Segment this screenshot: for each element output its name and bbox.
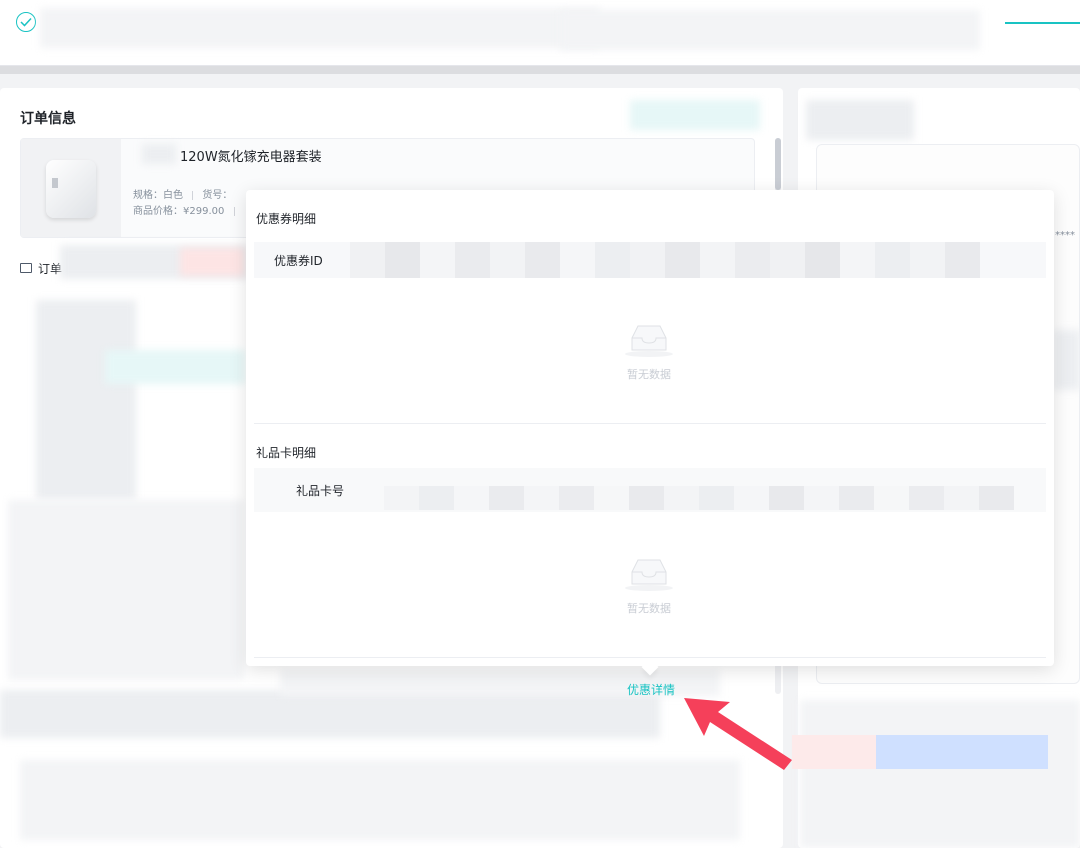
product-spec: 规格：白色	[133, 190, 183, 201]
masked-brand	[142, 144, 176, 164]
giftcard-table-header: 礼品卡号	[254, 468, 1046, 512]
check-circle-icon	[16, 12, 36, 32]
annotation-arrow-icon	[684, 698, 792, 770]
discount-detail-link[interactable]: 优惠详情	[627, 681, 675, 698]
masked-text: ****	[1055, 230, 1075, 241]
top-bar	[0, 0, 1080, 66]
order-info-title: 订单信息	[20, 111, 76, 127]
product-price-line: 商品价格：¥299.00	[133, 202, 241, 217]
masked-right-title	[806, 100, 914, 140]
divider	[233, 206, 235, 216]
masked-header-region	[40, 8, 600, 48]
giftcard-empty-text: 暂无数据	[627, 602, 671, 615]
masked-pink-block	[792, 735, 876, 769]
charger-image	[46, 160, 96, 218]
section-divider	[254, 423, 1046, 424]
product-name[interactable]: 120W氮化镓充电器套装	[180, 146, 322, 165]
masked-column	[36, 300, 136, 500]
giftcard-section-title: 礼品卡明细	[256, 446, 317, 460]
divider	[192, 190, 194, 200]
masked-right-edge	[1054, 330, 1080, 390]
page: 订单信息 120W氮化镓充电器套装 规格：白色 货号： 商品价格：¥299.00…	[0, 0, 1080, 848]
masked-columns	[350, 242, 980, 278]
giftcard-number-column: 礼品卡号	[296, 484, 345, 498]
product-spec-line: 规格：白色 货号：	[133, 186, 232, 201]
masked-badge	[180, 248, 244, 276]
order-box-icon	[20, 263, 32, 273]
active-tab-indicator	[1005, 22, 1080, 24]
masked-header-region-2	[560, 10, 980, 50]
coupon-id-column: 优惠券ID	[274, 254, 323, 268]
left-scrollbar-thumb[interactable]	[775, 138, 781, 190]
empty-inbox-icon	[624, 322, 674, 358]
masked-block	[8, 500, 244, 680]
coupon-empty-text: 暂无数据	[627, 368, 671, 381]
masked-bottom-area	[20, 760, 740, 840]
product-sku-label: 货号：	[202, 190, 233, 201]
coupon-section-title: 优惠券明细	[256, 212, 317, 226]
product-price: 商品价格：¥299.00	[133, 206, 225, 217]
empty-inbox-icon	[624, 556, 674, 592]
header-shadow-band	[0, 66, 1080, 74]
coupon-table-header: 优惠券ID	[254, 242, 1046, 278]
masked-footer-row	[0, 690, 660, 738]
order-section-label: 订单	[38, 262, 63, 276]
discount-detail-popover: 优惠券明细 优惠券ID 暂无数据 礼品卡明细 礼品卡号 暂无数据	[246, 190, 1054, 666]
masked-field	[105, 350, 245, 384]
masked-right-bottom	[800, 700, 1080, 848]
masked-action	[630, 100, 760, 130]
masked-columns	[384, 486, 1014, 510]
masked-blue-button[interactable]	[876, 735, 1048, 769]
